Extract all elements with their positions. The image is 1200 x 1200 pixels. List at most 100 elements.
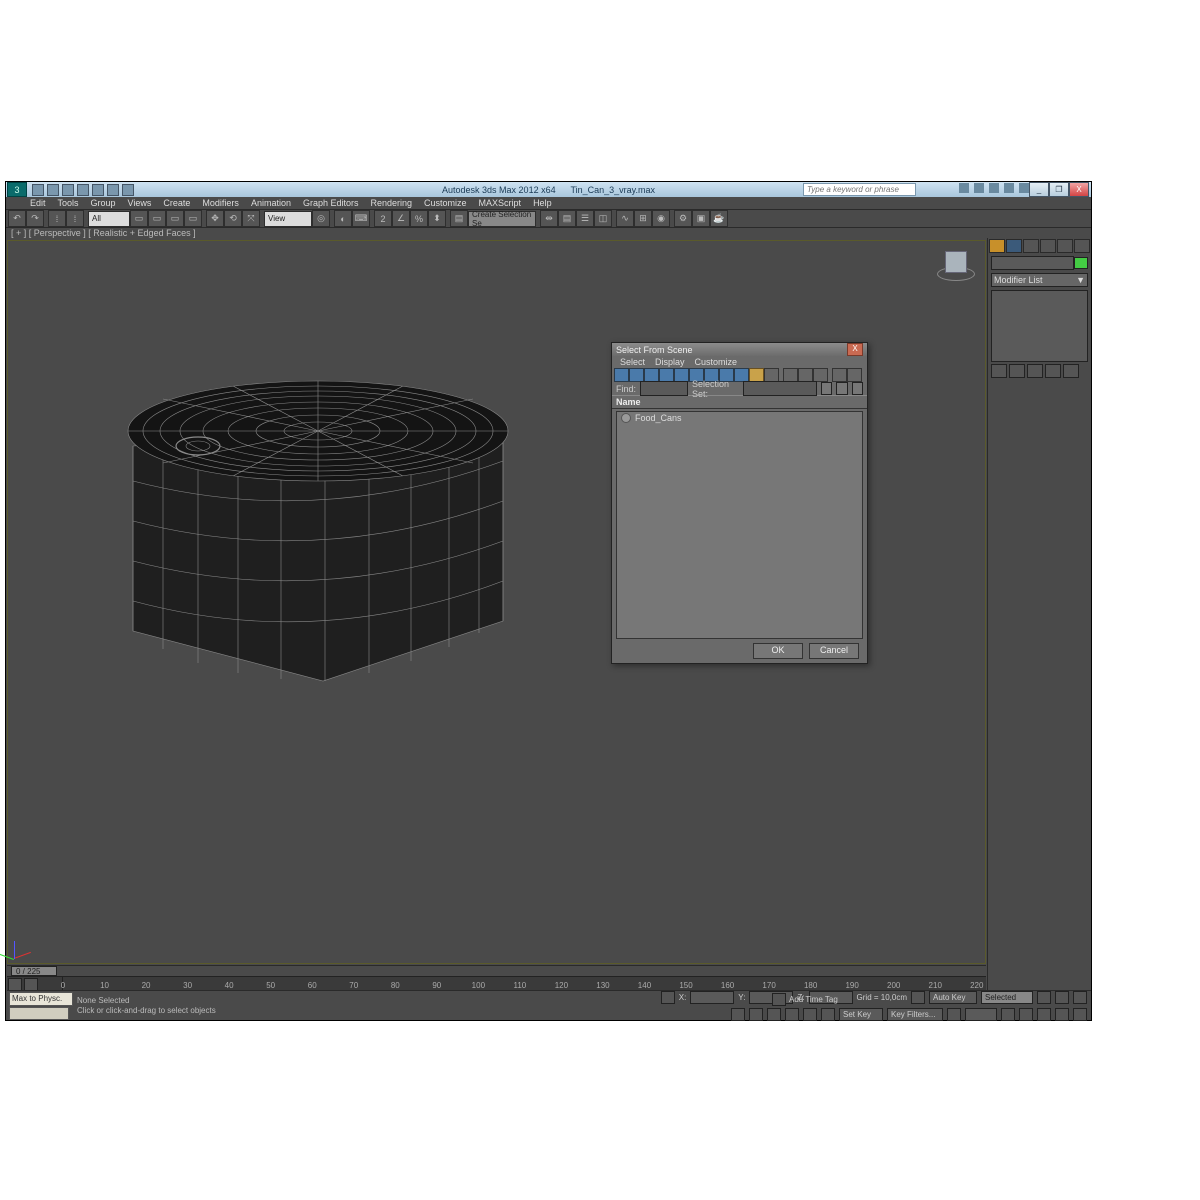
help-icon[interactable] bbox=[1019, 183, 1029, 193]
qat-open-icon[interactable] bbox=[47, 184, 59, 196]
nav-zoom-all-icon[interactable] bbox=[1019, 1008, 1033, 1021]
named-selection-dropdown[interactable]: Create Selection Se bbox=[468, 211, 536, 227]
app-logo-icon[interactable]: 3 bbox=[7, 182, 27, 197]
timeline-ruler[interactable]: 0 10 20 30 40 50 60 70 80 90 100 110 120… bbox=[63, 977, 986, 990]
snap-spinner-icon[interactable]: ⬍ bbox=[428, 210, 446, 227]
menu-animation[interactable]: Animation bbox=[245, 197, 297, 209]
unlink-icon[interactable]: ⁞ bbox=[66, 210, 84, 227]
show-end-result-icon[interactable] bbox=[1009, 364, 1025, 378]
select-region-icon[interactable]: ▭ bbox=[166, 210, 184, 227]
menu-group[interactable]: Group bbox=[85, 197, 122, 209]
dialog-menu-customize[interactable]: Customize bbox=[695, 357, 738, 367]
snap-2d-icon[interactable]: 2 bbox=[374, 210, 392, 227]
align-icon[interactable]: ▤ bbox=[558, 210, 576, 227]
selset-btn1-icon[interactable] bbox=[821, 382, 832, 395]
list-item[interactable]: Food_Cans bbox=[617, 412, 862, 424]
viewport-label[interactable]: [ + ] [ Perspective ] [ Realistic + Edge… bbox=[6, 228, 1091, 240]
select-invert-icon[interactable] bbox=[813, 368, 828, 382]
key-mode-dropdown[interactable]: Selected bbox=[981, 991, 1033, 1004]
minimize-button[interactable]: _ bbox=[1029, 182, 1049, 197]
undo-icon[interactable]: ↶ bbox=[8, 210, 26, 227]
time-slider-handle[interactable]: 0 / 225 bbox=[11, 966, 57, 976]
menu-views[interactable]: Views bbox=[122, 197, 158, 209]
render-frame-icon[interactable]: ▣ bbox=[692, 210, 710, 227]
configure-sets-icon[interactable] bbox=[1063, 364, 1079, 378]
nav-maximize-icon[interactable] bbox=[821, 1008, 835, 1021]
named-sel-icon[interactable]: ▤ bbox=[450, 210, 468, 227]
signin-icon[interactable] bbox=[974, 183, 984, 193]
scene-object-list[interactable]: Food_Cans bbox=[616, 411, 863, 639]
add-time-tag[interactable]: Add Time Tag bbox=[772, 993, 838, 1006]
nav-pan-icon[interactable] bbox=[767, 1008, 781, 1021]
select-object-icon[interactable]: ▭ bbox=[130, 210, 148, 227]
find-input[interactable] bbox=[640, 381, 688, 396]
qat-undo-icon[interactable] bbox=[77, 184, 89, 196]
collapse-all-icon[interactable] bbox=[847, 368, 862, 382]
modifier-stack[interactable] bbox=[991, 290, 1088, 362]
menu-edit[interactable]: Edit bbox=[24, 197, 52, 209]
keyboard-shortcut-icon[interactable]: ⌨ bbox=[352, 210, 370, 227]
dialog-title-bar[interactable]: Select From Scene X bbox=[612, 343, 867, 356]
prev-frame-icon[interactable] bbox=[1055, 991, 1069, 1004]
close-button[interactable]: X bbox=[1069, 182, 1089, 197]
selection-filter-dropdown[interactable]: All bbox=[88, 211, 130, 227]
select-all-icon[interactable] bbox=[783, 368, 798, 382]
maxscript-output[interactable] bbox=[9, 1007, 69, 1021]
snap-angle-icon[interactable]: ∠ bbox=[392, 210, 410, 227]
qat-link-icon[interactable] bbox=[107, 184, 119, 196]
use-center-icon[interactable]: ◎ bbox=[312, 210, 330, 227]
nav-fov-icon[interactable] bbox=[1055, 1008, 1069, 1021]
nav-orbit-icon[interactable] bbox=[803, 1008, 817, 1021]
maxscript-mini-listener[interactable]: Max to Physc. bbox=[9, 992, 73, 1006]
ok-button[interactable]: OK bbox=[753, 643, 803, 659]
selection-set-dropdown[interactable] bbox=[743, 381, 817, 396]
qat-redo-icon[interactable] bbox=[92, 184, 104, 196]
menu-tools[interactable]: Tools bbox=[52, 197, 85, 209]
window-crossing-icon[interactable]: ▭ bbox=[184, 210, 202, 227]
render-setup-icon[interactable]: ⚙ bbox=[674, 210, 692, 227]
help-search-input[interactable] bbox=[803, 183, 916, 196]
tab-display-icon[interactable] bbox=[1057, 239, 1073, 253]
key-filters-button[interactable]: Key Filters... bbox=[887, 1008, 943, 1021]
rotate-icon[interactable]: ⟲ bbox=[224, 210, 242, 227]
expand-all-icon[interactable] bbox=[832, 368, 847, 382]
snap-percent-icon[interactable]: % bbox=[410, 210, 428, 227]
time-slider[interactable]: 0 / 225 bbox=[7, 965, 986, 976]
menu-rendering[interactable]: Rendering bbox=[365, 197, 419, 209]
nav-zoom-icon[interactable] bbox=[785, 1008, 799, 1021]
key-mode-icon[interactable] bbox=[947, 1008, 961, 1021]
render-icon[interactable]: ☕ bbox=[710, 210, 728, 227]
viewcube[interactable] bbox=[935, 245, 975, 285]
menu-help[interactable]: Help bbox=[527, 197, 558, 209]
selset-btn2-icon[interactable] bbox=[836, 382, 847, 395]
current-frame-field[interactable] bbox=[965, 1008, 997, 1021]
maximize-button[interactable]: ❐ bbox=[1049, 182, 1069, 197]
isolate-icon[interactable] bbox=[911, 991, 925, 1004]
lock-selection-icon[interactable] bbox=[661, 991, 675, 1004]
link-icon[interactable]: ⁞ bbox=[48, 210, 66, 227]
dialog-menu-display[interactable]: Display bbox=[655, 357, 685, 367]
track-bar[interactable]: 0 10 20 30 40 50 60 70 80 90 100 110 120… bbox=[7, 976, 986, 990]
list-header-name[interactable]: Name bbox=[612, 395, 867, 409]
play-icon[interactable] bbox=[1073, 991, 1087, 1004]
redo-icon[interactable]: ↷ bbox=[26, 210, 44, 227]
filter-shapes-icon[interactable] bbox=[629, 368, 644, 382]
qat-more-icon[interactable] bbox=[122, 184, 134, 196]
filter-frozen-icon[interactable] bbox=[764, 368, 779, 382]
mirror-icon[interactable]: ⇹ bbox=[540, 210, 558, 227]
selset-btn3-icon[interactable] bbox=[852, 382, 863, 395]
layers-icon[interactable]: ☰ bbox=[576, 210, 594, 227]
scale-icon[interactable]: ⤧ bbox=[242, 210, 260, 227]
make-unique-icon[interactable] bbox=[1027, 364, 1043, 378]
ref-coord-dropdown[interactable]: View bbox=[264, 211, 312, 227]
qat-new-icon[interactable] bbox=[32, 184, 44, 196]
select-name-icon[interactable]: ▭ bbox=[148, 210, 166, 227]
menu-graph-editors[interactable]: Graph Editors bbox=[297, 197, 365, 209]
filter-containers-icon[interactable] bbox=[749, 368, 764, 382]
qat-save-icon[interactable] bbox=[62, 184, 74, 196]
material-editor-icon[interactable]: ◉ bbox=[652, 210, 670, 227]
schematic-icon[interactable]: ⊞ bbox=[634, 210, 652, 227]
object-color-swatch[interactable] bbox=[1074, 257, 1088, 269]
remove-modifier-icon[interactable] bbox=[1045, 364, 1061, 378]
viewcube-cube-icon[interactable] bbox=[945, 251, 967, 273]
